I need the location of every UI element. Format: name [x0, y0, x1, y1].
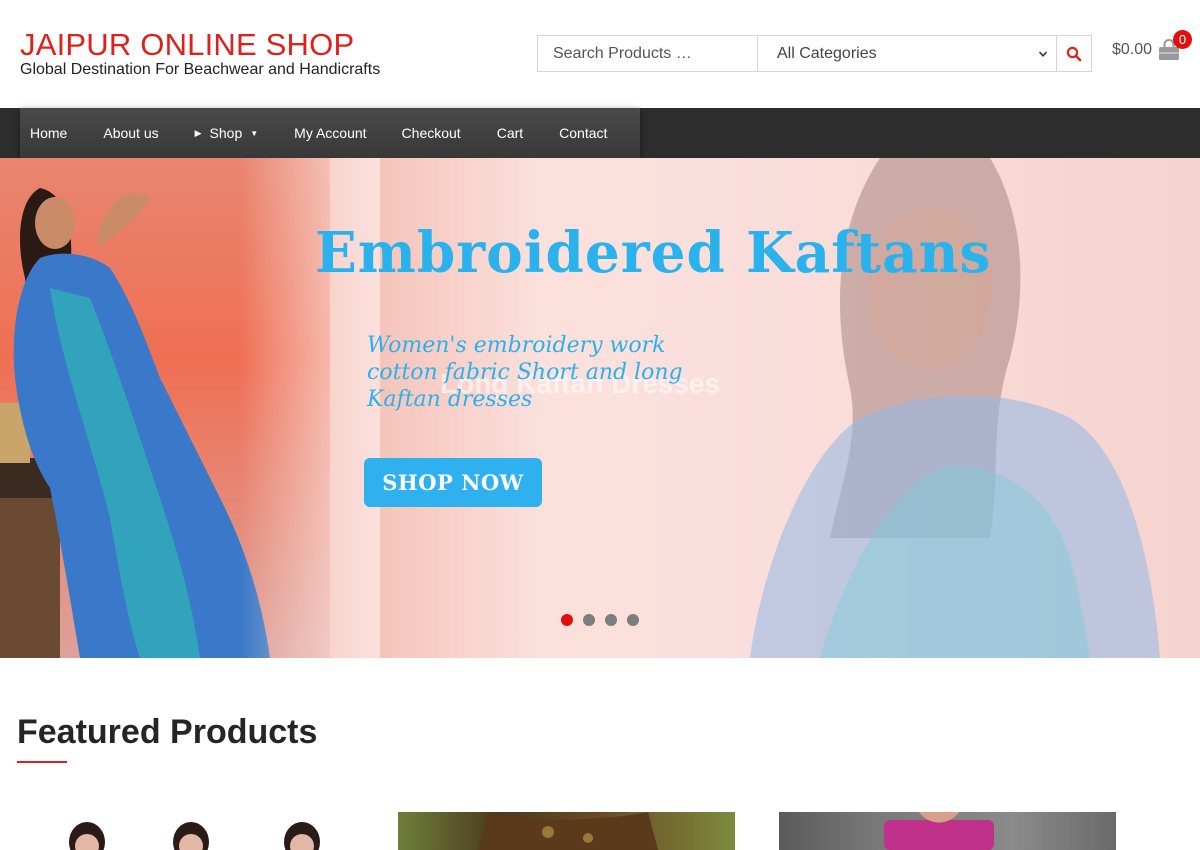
- nav-item-label: Contact: [559, 125, 608, 141]
- nav-item-shop[interactable]: ▶ Shop ▼: [185, 108, 269, 158]
- nav-item-label: My Account: [294, 125, 367, 141]
- nav-item-label: About us: [103, 125, 159, 141]
- chevron-down-icon: [1038, 50, 1048, 57]
- product-card-3-image[interactable]: [779, 812, 1116, 850]
- mini-cart[interactable]: $0.00: [1112, 38, 1181, 62]
- hero-slider[interactable]: Long Kaftan Dresses Embroidered Kaftans …: [0, 158, 1200, 658]
- shop-now-button[interactable]: SHOP NOW: [364, 458, 542, 507]
- product-thumbnail: [69, 822, 320, 850]
- nav-item-label: Cart: [496, 125, 524, 141]
- slider-dot-1[interactable]: [561, 614, 573, 626]
- search-icon: [1066, 46, 1082, 61]
- nav-item-label: Checkout: [401, 125, 461, 141]
- cart-total: $0.00: [1112, 41, 1153, 58]
- slider-dot-3[interactable]: [605, 614, 617, 626]
- category-select[interactable]: All Categories: [758, 36, 1057, 71]
- nav-item-about-us[interactable]: About us: [93, 108, 168, 158]
- nav-menu: Home About us ▶ Shop ▼ My Account Checko…: [20, 108, 640, 158]
- nav-item-checkout[interactable]: Checkout: [392, 108, 471, 158]
- category-select-value: All Categories: [777, 44, 877, 62]
- product-thumbnail: [478, 812, 658, 850]
- product-thumbnail: [884, 812, 994, 850]
- brand: JAIPUR ONLINE SHOP Global Destination Fo…: [20, 28, 380, 78]
- product-search-bar: All Categories: [537, 35, 1092, 72]
- slider-dot-4[interactable]: [627, 614, 639, 626]
- nav-item-label: Shop: [209, 125, 243, 141]
- site-header: JAIPUR ONLINE SHOP Global Destination Fo…: [0, 0, 1200, 108]
- nav-item-cart[interactable]: Cart: [487, 108, 533, 158]
- nav-item-my-account[interactable]: My Account: [284, 108, 376, 158]
- featured-products-grid: [0, 812, 1200, 850]
- slider-pagination: [561, 614, 639, 626]
- product-card-1-image[interactable]: [17, 812, 354, 850]
- caret-down-icon: ▼: [250, 128, 259, 138]
- nav-item-contact[interactable]: Contact: [549, 108, 617, 158]
- featured-products-heading: Featured Products: [17, 713, 318, 751]
- cart-count-badge: 0: [1173, 30, 1192, 49]
- nav-item-label: Home: [30, 125, 68, 141]
- search-input[interactable]: [538, 36, 758, 71]
- nav-item-home[interactable]: Home: [20, 108, 77, 158]
- hero-subtitle: Women's embroidery work cotton fabric Sh…: [367, 333, 683, 412]
- site-tagline: Global Destination For Beachwear and Han…: [20, 61, 381, 78]
- slider-dot-2[interactable]: [583, 614, 595, 626]
- site-title[interactable]: JAIPUR ONLINE SHOP: [20, 28, 380, 62]
- search-button[interactable]: [1057, 36, 1091, 71]
- heading-underline: [17, 761, 67, 763]
- product-card-2-image[interactable]: [398, 812, 735, 850]
- play-icon: ▶: [194, 127, 202, 138]
- main-navigation: Home About us ▶ Shop ▼ My Account Checko…: [0, 108, 1200, 158]
- hero-title: Embroidered Kaftans: [315, 220, 992, 286]
